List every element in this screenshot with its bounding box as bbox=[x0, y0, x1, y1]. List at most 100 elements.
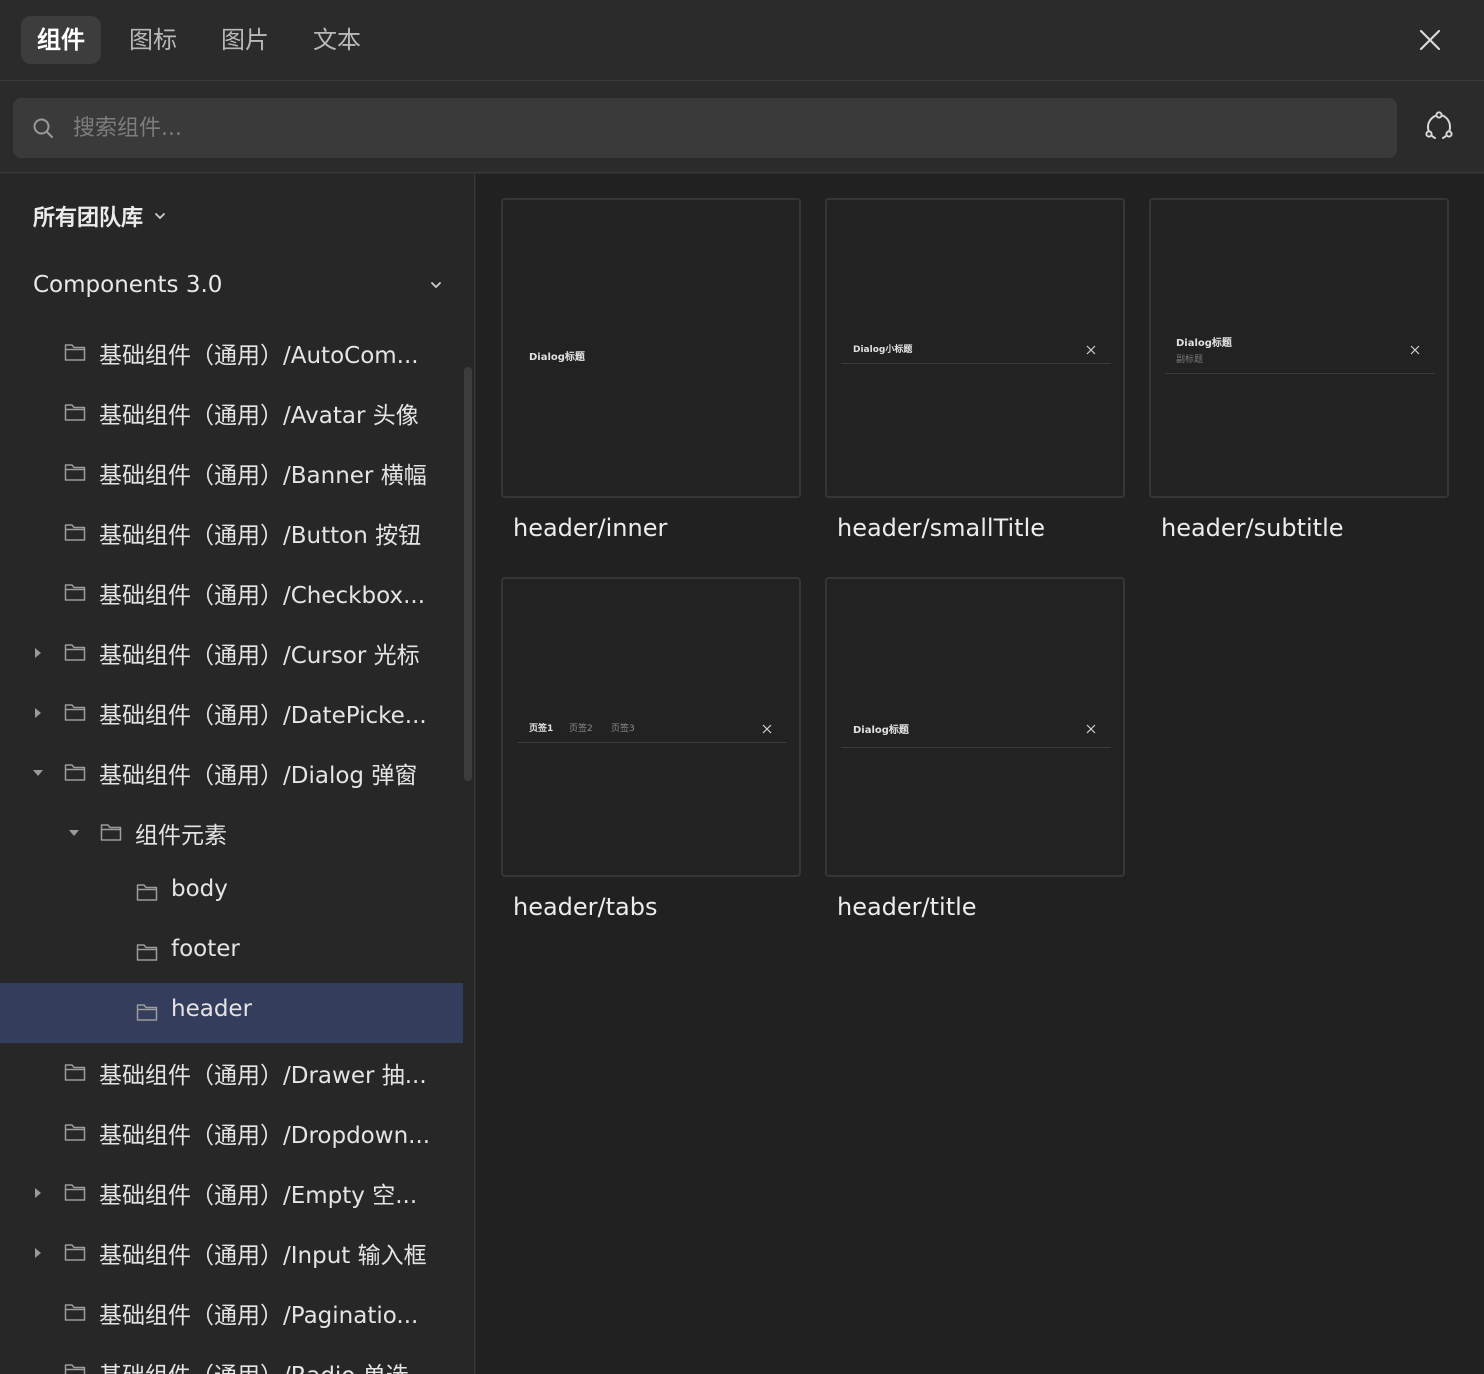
library-dropdown[interactable]: 所有团队库 bbox=[33, 200, 167, 232]
component-thumbnail[interactable]: Dialog标题 副标题 bbox=[1149, 198, 1449, 498]
sidebar-folder-item[interactable]: 基础组件（通用）/Paginatio... bbox=[0, 1283, 463, 1343]
preview-title: Dialog标题 bbox=[853, 725, 909, 736]
sidebar-folder-label: 组件元素 bbox=[135, 823, 227, 849]
search-box[interactable] bbox=[13, 98, 1397, 158]
preview-divider bbox=[1165, 373, 1435, 374]
chevron-down-icon bbox=[155, 213, 165, 220]
component-name: header/tabs bbox=[513, 893, 658, 921]
tab-images[interactable]: 图片 bbox=[205, 16, 285, 64]
sidebar-folder-label: 基础组件（通用）/Paginatio... bbox=[99, 1303, 419, 1329]
preview-tab-1: 页签1 bbox=[529, 724, 554, 734]
sidebar-folder-item[interactable]: body bbox=[0, 863, 463, 923]
close-icon bbox=[1410, 345, 1420, 355]
close-icon[interactable] bbox=[1416, 26, 1444, 54]
sidebar-folder-label: 基础组件（通用）/Banner 横幅 bbox=[99, 463, 427, 489]
tab-icons[interactable]: 图标 bbox=[113, 16, 193, 64]
folder-icon bbox=[136, 884, 158, 901]
preview-tab-3: 页签3 bbox=[611, 724, 635, 734]
sidebar-folder-label: 基础组件（通用）/DatePicke... bbox=[99, 703, 427, 729]
sidebar-folder-item[interactable]: header bbox=[0, 983, 463, 1043]
folder-tree: 基础组件（通用）/AutoCom... 基础组件（通用）/Avatar 头像 基础组… bbox=[0, 323, 463, 1374]
sidebar-folder-label: 基础组件（通用）/Checkbox... bbox=[99, 583, 426, 609]
close-icon bbox=[1086, 345, 1096, 355]
sidebar-folder-item[interactable]: 基础组件（通用）/Input 输入框 bbox=[0, 1223, 463, 1283]
folder-icon bbox=[100, 824, 122, 841]
sidebar-folder-item[interactable]: 基础组件（通用）/Cursor 光标 bbox=[0, 623, 463, 683]
sidebar-folder-item[interactable]: 基础组件（通用）/Checkbox... bbox=[0, 563, 463, 623]
close-icon bbox=[762, 724, 772, 734]
sidebar-folder-label: 基础组件（通用）/Cursor 光标 bbox=[99, 643, 420, 669]
sidebar-folder-label: 基础组件（通用）/Dialog 弹窗 bbox=[99, 763, 418, 789]
sidebar-folder-label: footer bbox=[171, 936, 240, 962]
top-tab-bar: 组件 图标 图片 文本 bbox=[0, 0, 1484, 81]
caret-down-icon[interactable] bbox=[68, 827, 80, 839]
sidebar-folder-item[interactable]: 基础组件（通用）/Drawer 抽... bbox=[0, 1043, 463, 1103]
folder-icon bbox=[64, 524, 86, 541]
sidebar-folder-item[interactable]: 基础组件（通用）/Radio 单选 bbox=[0, 1343, 463, 1374]
component-grid: Dialog标题 header/inner Dialog小标题 header/s… bbox=[476, 174, 1484, 1374]
folder-icon bbox=[64, 1124, 86, 1141]
preview-title: Dialog小标题 bbox=[853, 345, 913, 355]
close-icon bbox=[1086, 724, 1096, 734]
folder-icon bbox=[64, 1244, 86, 1261]
sidebar-folder-item[interactable]: 基础组件（通用）/Empty 空... bbox=[0, 1163, 463, 1223]
sidebar-folder-label: 基础组件（通用）/Dropdown... bbox=[99, 1123, 431, 1149]
sidebar-folder-item[interactable]: 组件元素 bbox=[0, 803, 463, 863]
library-name: Components 3.0 bbox=[33, 272, 223, 298]
component-thumbnail[interactable]: Dialog标题 bbox=[825, 577, 1125, 877]
tab-components[interactable]: 组件 bbox=[21, 16, 101, 64]
component-name: header/subtitle bbox=[1161, 514, 1344, 542]
caret-right-icon[interactable] bbox=[32, 647, 44, 659]
search-icon bbox=[33, 118, 53, 138]
caret-right-icon[interactable] bbox=[32, 1247, 44, 1259]
folder-icon bbox=[64, 584, 86, 601]
sidebar-folder-label: 基础组件（通用）/AutoCom... bbox=[99, 343, 419, 369]
folder-icon bbox=[136, 944, 158, 961]
folder-icon bbox=[136, 1004, 158, 1021]
sidebar-folder-item[interactable]: 基础组件（通用）/DatePicke... bbox=[0, 683, 463, 743]
library-sidebar: 所有团队库 Components 3.0 基础组件（通用）/AutoCom...… bbox=[0, 174, 475, 1374]
sidebar-folder-label: 基础组件（通用）/Button 按钮 bbox=[99, 523, 422, 549]
folder-icon bbox=[64, 764, 86, 781]
sidebar-folder-item[interactable]: 基础组件（通用）/Dialog 弹窗 bbox=[0, 743, 463, 803]
sidebar-folder-label: 基础组件（通用）/Drawer 抽... bbox=[99, 1063, 427, 1089]
preview-divider bbox=[841, 747, 1111, 748]
folder-icon bbox=[64, 464, 86, 481]
folder-icon bbox=[64, 1064, 86, 1081]
component-thumbnail[interactable]: Dialog小标题 bbox=[825, 198, 1125, 498]
sidebar-folder-item[interactable]: 基础组件（通用）/Dropdown... bbox=[0, 1103, 463, 1163]
preview-title: Dialog标题 bbox=[1176, 338, 1232, 349]
folder-icon bbox=[64, 1304, 86, 1321]
caret-down-icon[interactable] bbox=[32, 767, 44, 779]
caret-right-icon[interactable] bbox=[32, 1187, 44, 1199]
component-thumbnail[interactable]: 页签1 页签2 页签3 bbox=[501, 577, 801, 877]
sidebar-folder-item[interactable]: 基础组件（通用）/AutoCom... bbox=[0, 323, 463, 383]
caret-right-icon[interactable] bbox=[32, 707, 44, 719]
preview-subtitle: 副标题 bbox=[1176, 355, 1204, 365]
preview-title: Dialog标题 bbox=[529, 352, 585, 363]
search-input[interactable] bbox=[73, 98, 1373, 158]
preview-divider bbox=[517, 742, 787, 743]
sidebar-folder-item[interactable]: 基础组件（通用）/Avatar 头像 bbox=[0, 383, 463, 443]
sidebar-scrollbar[interactable] bbox=[464, 367, 472, 781]
sidebar-folder-label: 基础组件（通用）/Avatar 头像 bbox=[99, 403, 419, 429]
folder-icon bbox=[64, 1184, 86, 1201]
folder-icon bbox=[64, 404, 86, 421]
sidebar-folder-item[interactable]: footer bbox=[0, 923, 463, 983]
component-name: header/title bbox=[837, 893, 977, 921]
folder-icon bbox=[64, 344, 86, 361]
preview-tab-2: 页签2 bbox=[569, 724, 593, 734]
sidebar-folder-label: 基础组件（通用）/Empty 空... bbox=[99, 1183, 418, 1209]
chevron-down-icon[interactable] bbox=[429, 278, 443, 292]
tab-text[interactable]: 文本 bbox=[297, 16, 377, 64]
component-thumbnail[interactable]: Dialog标题 bbox=[501, 198, 801, 498]
preview-divider bbox=[841, 363, 1111, 364]
library-dropdown-label: 所有团队库 bbox=[33, 206, 144, 231]
sidebar-folder-label: 基础组件（通用）/Radio 单选 bbox=[99, 1356, 409, 1374]
library-section-header[interactable]: Components 3.0 bbox=[33, 272, 443, 298]
folder-icon bbox=[64, 644, 86, 661]
component-name: header/inner bbox=[513, 514, 668, 542]
sidebar-folder-item[interactable]: 基础组件（通用）/Button 按钮 bbox=[0, 503, 463, 563]
community-icon[interactable] bbox=[1422, 110, 1456, 144]
sidebar-folder-item[interactable]: 基础组件（通用）/Banner 横幅 bbox=[0, 443, 463, 503]
